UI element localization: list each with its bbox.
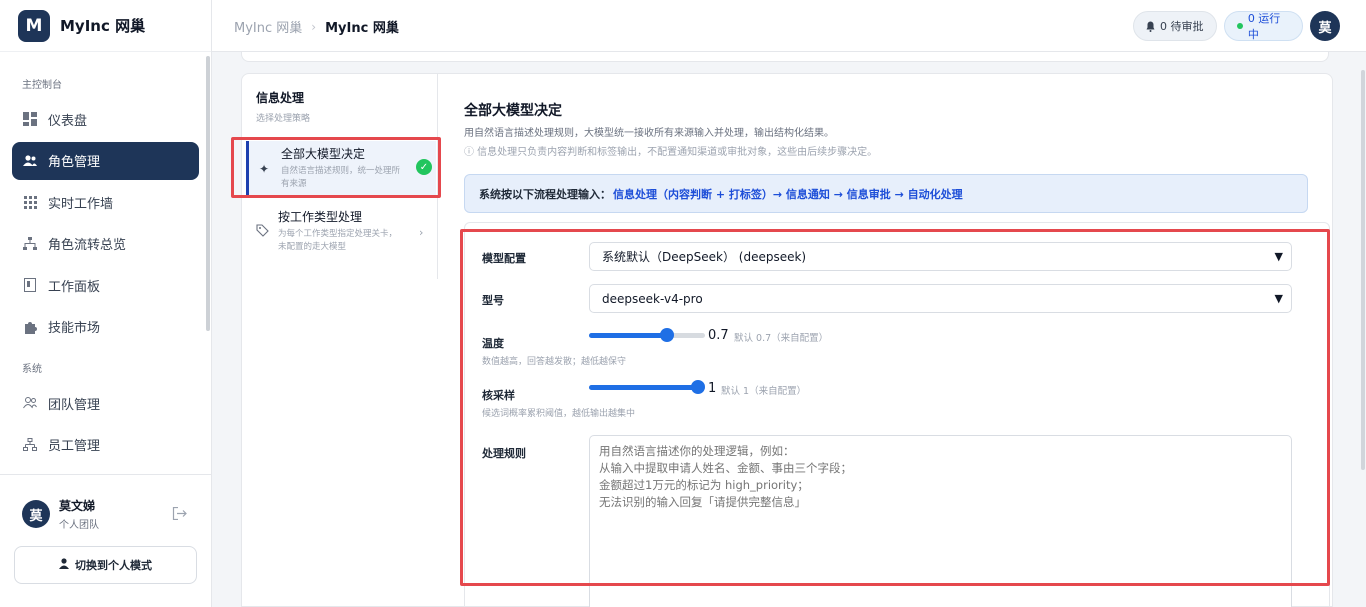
temperature-slider[interactable]	[589, 328, 705, 342]
avatar[interactable]: 莫	[1310, 11, 1340, 41]
bell-icon	[1146, 21, 1155, 32]
top-p-hint: 候选词概率累积阈值，越低输出越集中	[482, 409, 636, 419]
option-desc: 为每个工作类型指定处理关卡，未配置的走大模型	[278, 229, 398, 252]
config-description: 用自然语言描述处理规则，大模型统一接收所有来源输入并处理，输出结构化结果。	[464, 128, 834, 139]
sidebar-item-label: 角色流转总览	[48, 238, 127, 253]
sidebar-item-label: 技能市场	[48, 321, 101, 336]
board-icon	[22, 277, 38, 293]
rules-label: 处理规则	[482, 447, 526, 460]
status-dot-icon	[1237, 23, 1243, 29]
top-p-label: 核采样	[482, 389, 515, 402]
user-team: 个人团队	[59, 520, 99, 531]
users-icon	[22, 153, 38, 169]
running-label: 0 运行中	[1247, 12, 1281, 41]
sidebar: M MyInc 网巢 主控制台 仪表盘 角色管理 实时工作墙 角色流转总览 工作…	[0, 0, 212, 607]
sidebar-item-work-board[interactable]: 工作面板	[12, 266, 199, 304]
puzzle-icon	[22, 319, 38, 335]
chevron-right-icon: ›	[419, 226, 424, 239]
pending-approvals-badge[interactable]: 0 待审批	[1133, 11, 1217, 41]
model-config-select[interactable]: 系统默认（DeepSeek） (deepseek) ▼	[589, 242, 1292, 271]
strategy-option-by-type[interactable]: 按工作类型处理 为每个工作类型指定处理关卡，未配置的走大模型 ›	[246, 204, 436, 264]
brand-logo: M	[18, 9, 50, 42]
brand[interactable]: M MyInc 网巢	[0, 0, 211, 52]
breadcrumb-current: MyInc 网巢	[325, 21, 399, 36]
team-icon	[22, 395, 38, 411]
topbar: MyInc 网巢 › MyInc 网巢 0 待审批 0 运行中 莫	[212, 0, 1366, 52]
sidebar-item-label: 仪表盘	[48, 113, 88, 129]
section-label-main: 主控制台	[22, 80, 62, 91]
model-label: 型号	[482, 294, 504, 307]
config-title: 全部大模型决定	[464, 103, 562, 119]
brand-name: MyInc 网巢	[60, 17, 146, 35]
user-name: 莫文娣	[59, 499, 96, 513]
check-icon: ✓	[416, 159, 432, 175]
processing-panel: 信息处理 选择处理策略 ✦ 全部大模型决定 自然语言描述规则，统一处理所有来源 …	[231, 73, 1333, 607]
switch-label: 切换到个人模式	[75, 559, 152, 572]
sidebar-item-skill-market[interactable]: 技能市场	[12, 308, 199, 346]
slider-thumb[interactable]	[691, 380, 705, 394]
flow-icon	[22, 236, 38, 252]
sidebar-item-live-wall[interactable]: 实时工作墙	[12, 183, 199, 221]
breadcrumb-parent[interactable]: MyInc 网巢	[234, 17, 302, 36]
switch-personal-mode-button[interactable]: 切换到个人模式	[14, 546, 197, 584]
sidebar-item-staff[interactable]: 员工管理	[12, 426, 199, 464]
tag-icon	[256, 224, 269, 240]
temperature-label: 温度	[482, 337, 504, 350]
sidebar-item-label: 团队管理	[48, 397, 101, 413]
temperature-value: 0.7	[708, 328, 729, 343]
sidebar-item-label: 实时工作墙	[48, 196, 114, 212]
option-title: 全部大模型决定	[281, 147, 366, 161]
main-scrollbar[interactable]	[1361, 70, 1365, 470]
model-config-value: 系统默认（DeepSeek） (deepseek)	[602, 250, 807, 264]
slider-fill	[589, 333, 667, 338]
strategy-subtitle: 选择处理策略	[256, 114, 311, 124]
sidebar-item-label: 角色管理	[48, 155, 101, 170]
sidebar-scrollbar[interactable]	[206, 56, 210, 331]
grid-icon	[22, 194, 38, 210]
flow-lead: 系统按以下流程处理输入：	[479, 187, 611, 201]
org-icon	[22, 437, 38, 453]
config-note: ⓘ 信息处理只负责内容判断和标签输出，不配置通知渠道或审批对象，这些由后续步骤决…	[464, 147, 878, 158]
model-form: 模型配置 系统默认（DeepSeek） (deepseek) ▼ 型号 deep…	[464, 222, 1330, 607]
slider-fill	[589, 385, 698, 390]
breadcrumb: MyInc 网巢 › MyInc 网巢	[234, 17, 399, 37]
strategy-list: 信息处理 选择处理策略 ✦ 全部大模型决定 自然语言描述规则，统一处理所有来源 …	[242, 74, 438, 279]
model-config-label: 模型配置	[482, 252, 526, 265]
option-title: 按工作类型处理	[278, 210, 363, 224]
temperature-hint: 数值越高，回答越发散；越低越保守	[482, 357, 627, 367]
sidebar-item-label: 工作面板	[48, 279, 101, 295]
strategy-title: 信息处理	[256, 91, 305, 105]
user-icon	[59, 558, 69, 572]
sidebar-item-team[interactable]: 团队管理	[12, 384, 199, 422]
temperature-default: 默认 0.7（来自配置）	[734, 333, 829, 344]
dashboard-icon	[22, 111, 38, 127]
sparkle-icon: ✦	[259, 162, 270, 176]
sidebar-item-roles[interactable]: 角色管理	[12, 141, 199, 180]
sidebar-footer: 莫 莫文娣 个人团队 切换到个人模式	[0, 474, 211, 607]
rules-textarea[interactable]	[589, 435, 1292, 607]
sidebar-item-dashboard[interactable]: 仪表盘	[12, 100, 199, 138]
content-top-card	[241, 52, 1329, 62]
model-value: deepseek-v4-pro	[602, 291, 703, 306]
running-badge[interactable]: 0 运行中	[1224, 11, 1303, 41]
top-p-value: 1	[708, 381, 717, 396]
chevron-down-icon: ▼	[1274, 250, 1283, 263]
breadcrumb-separator: ›	[311, 19, 317, 34]
section-label-system: 系统	[22, 364, 42, 375]
flow-info-box: 系统按以下流程处理输入： 信息处理（内容判断 + 打标签）→ 信息通知 → 信息…	[464, 174, 1308, 213]
sidebar-item-role-flow[interactable]: 角色流转总览	[12, 225, 199, 263]
option-desc: 自然语言描述规则，统一处理所有来源	[281, 166, 401, 189]
top-p-slider[interactable]	[589, 380, 705, 394]
slider-thumb[interactable]	[660, 328, 674, 342]
avatar: 莫	[22, 500, 50, 528]
pending-label: 0 待审批	[1160, 20, 1204, 33]
flow-steps: 信息处理（内容判断 + 打标签）→ 信息通知 → 信息审批 → 自动化处理	[613, 187, 963, 201]
sidebar-item-label: 员工管理	[48, 439, 101, 454]
chevron-down-icon: ▼	[1274, 292, 1283, 305]
model-select[interactable]: deepseek-v4-pro ▼	[589, 284, 1292, 313]
strategy-option-all-llm[interactable]: ✦ 全部大模型决定 自然语言描述规则，统一处理所有来源 ✓	[246, 141, 436, 198]
logout-icon[interactable]	[172, 505, 187, 524]
top-p-default: 默认 1（来自配置）	[721, 386, 807, 397]
